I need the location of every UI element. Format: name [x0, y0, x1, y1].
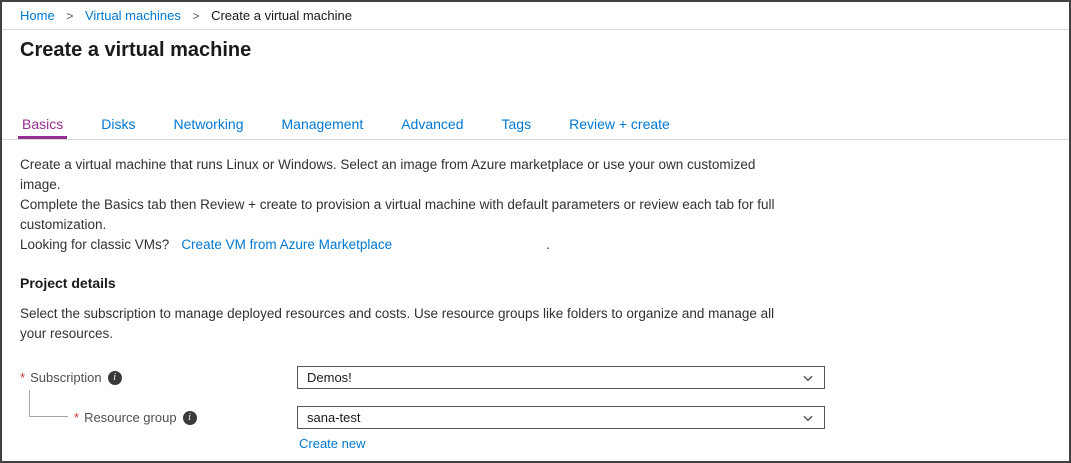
info-icon[interactable]: i [108, 371, 122, 385]
intro-text-line: customization. [20, 215, 1051, 235]
classic-vms-text: Looking for classic VMs? [20, 237, 169, 252]
required-marker: * [20, 370, 25, 385]
breadcrumb: Home > Virtual machines > Create a virtu… [2, 2, 1069, 30]
subscription-label: * Subscription i [20, 370, 297, 385]
chevron-down-icon [801, 371, 815, 385]
tab-bar: Basics Disks Networking Management Advan… [2, 113, 1069, 140]
page-title: Create a virtual machine [20, 39, 1051, 62]
create-vm-page: Home > Virtual machines > Create a virtu… [0, 0, 1071, 463]
chevron-down-icon [801, 411, 815, 425]
breadcrumb-link-virtual-machines[interactable]: Virtual machines [85, 8, 181, 23]
subscription-dropdown[interactable]: Demos! [297, 366, 825, 389]
project-details-text-line: your resources. [20, 324, 1051, 344]
subscription-label-text: Subscription [30, 370, 102, 385]
resource-group-dropdown-value: sana-test [307, 410, 801, 425]
create-vm-marketplace-link[interactable]: Create VM from Azure Marketplace [181, 237, 392, 252]
tab-management[interactable]: Management [278, 113, 368, 139]
tab-networking[interactable]: Networking [169, 113, 247, 139]
info-icon[interactable]: i [183, 411, 197, 425]
intro-text-line: image. [20, 175, 1051, 195]
subscription-dropdown-value: Demos! [307, 370, 801, 385]
tab-content-basics: Create a virtual machine that runs Linux… [2, 140, 1069, 453]
chevron-right-icon: > [192, 9, 199, 23]
tab-tags[interactable]: Tags [498, 113, 536, 139]
resource-group-row: * Resource group i sana-test [20, 406, 1051, 429]
tab-disks[interactable]: Disks [97, 113, 139, 139]
tree-connector-line [29, 390, 68, 417]
project-details-heading: Project details [20, 275, 1051, 291]
breadcrumb-link-home[interactable]: Home [20, 8, 55, 23]
create-new-link[interactable]: Create new [299, 436, 365, 451]
resource-group-dropdown[interactable]: sana-test [297, 406, 825, 429]
tab-basics[interactable]: Basics [18, 113, 67, 139]
subscription-row: * Subscription i Demos! [20, 366, 1051, 389]
project-details-text-line: Select the subscription to manage deploy… [20, 304, 1051, 324]
tab-review-create[interactable]: Review + create [565, 113, 674, 139]
classic-vms-suffix: . [546, 237, 550, 252]
resource-group-label-text: Resource group [84, 410, 177, 425]
chevron-right-icon: > [66, 9, 73, 23]
tab-advanced[interactable]: Advanced [397, 113, 467, 139]
project-details-form: * Subscription i Demos! * Resource group… [20, 366, 1051, 453]
breadcrumb-current: Create a virtual machine [211, 8, 352, 23]
classic-vms-line: Looking for classic VMs? Create VM from A… [20, 235, 1051, 255]
intro-text-line: Create a virtual machine that runs Linux… [20, 155, 1051, 175]
create-new-row: Create new [299, 435, 1051, 453]
project-details-description: Select the subscription to manage deploy… [20, 304, 1051, 344]
required-marker: * [74, 410, 79, 425]
intro-text-line: Complete the Basics tab then Review + cr… [20, 195, 1051, 215]
